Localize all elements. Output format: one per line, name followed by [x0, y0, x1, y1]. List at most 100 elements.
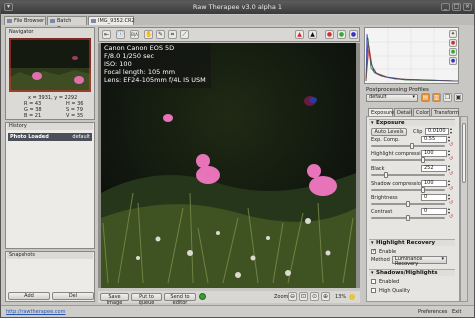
hand-tool-icon[interactable]: ✋ [144, 30, 153, 39]
profile-select[interactable]: default ▾ [366, 94, 418, 102]
save-profile-icon[interactable]: ▥ [432, 93, 441, 102]
add-snapshot-button[interactable]: Add [8, 292, 50, 300]
zoom-in-icon[interactable]: ⊕ [321, 292, 330, 301]
straighten-tool-icon[interactable]: ⟋ [180, 30, 189, 39]
editor-toolbar: ⇤ ⓘ B|A ✋ ✎ ⌗ ⟋ ▲ ▲ ● ● ● [98, 27, 360, 42]
reset-icon[interactable]: ↺ [449, 156, 453, 162]
zoom-out-icon[interactable]: ⊖ [288, 292, 297, 301]
tab-image-editor[interactable]: IMG_9352.CR2 [88, 16, 135, 25]
exif-overlay: Canon Canon EOS 5D F/8.0 1/250 sec ISO: … [101, 43, 211, 88]
preferences-button[interactable]: Preferences [418, 309, 447, 315]
load-profile-icon[interactable]: ▤ [421, 93, 430, 102]
auto-levels-button[interactable]: Auto Levels [371, 128, 407, 136]
highlight-recovery-title: Highlight Recovery [376, 240, 436, 246]
tools-scrollbar[interactable] [460, 116, 468, 302]
slider-knob[interactable] [410, 143, 414, 149]
highlight-recovery-section-header[interactable]: ▾ Highlight Recovery [369, 239, 455, 246]
reset-icon[interactable]: ↺ [449, 214, 453, 220]
history-item[interactable]: Photo Loaded default [8, 133, 92, 141]
slider-knob[interactable] [421, 157, 425, 163]
copy-profile-icon[interactable]: ❐ [443, 93, 452, 102]
slider-knob[interactable] [421, 187, 425, 193]
app-window: ▾ Raw Therapee v3.0 alpha 1 _ □ × File B… [0, 0, 475, 318]
clipped-highlights-icon[interactable]: ▲ [295, 30, 304, 39]
hide-left-panel-icon[interactable]: ⇤ [102, 30, 111, 39]
histogram-red-toggle-icon[interactable]: ● [449, 39, 457, 47]
paste-profile-icon[interactable]: ▣ [454, 93, 463, 102]
exposure-row-value[interactable]: 0 [421, 194, 447, 201]
tab-file-browser[interactable]: File Browser [4, 16, 46, 25]
tab-batch-queue[interactable]: Batch Queue [47, 16, 87, 32]
scrollbar-thumb[interactable] [462, 123, 466, 183]
queue-icon [50, 19, 55, 23]
exif-iso: ISO: 100 [104, 60, 132, 68]
exposure-row-slider[interactable] [371, 215, 445, 221]
histogram-blue-toggle-icon[interactable]: ● [449, 57, 457, 65]
enabled-sh-checkbox[interactable] [371, 279, 376, 284]
save-image-button[interactable]: Save Image [100, 293, 129, 306]
title-bar[interactable]: ▾ Raw Therapee v3.0 alpha 1 _ □ × [1, 1, 474, 14]
readout-v: V = 35 [66, 113, 84, 119]
clip-input[interactable]: 0.0100 [425, 128, 449, 135]
snapshots-title: Snapshots [7, 252, 93, 259]
navigator-thumbnail[interactable] [9, 38, 91, 92]
profiles-title: Postprocessing Profiles [366, 87, 429, 93]
method-label: Method [371, 257, 390, 263]
bulb-icon[interactable] [349, 294, 355, 300]
slider-knob[interactable] [406, 201, 410, 207]
image-area[interactable]: Canon Canon EOS 5D F/8.0 1/250 sec ISO: … [98, 43, 360, 288]
history-panel: History Photo Loaded default [5, 122, 95, 249]
exposure-row-slider[interactable] [371, 201, 445, 207]
enabled-sh-label: Enabled [379, 279, 400, 285]
collapse-triangle-icon: ▾ [371, 270, 374, 276]
reset-icon[interactable]: ↺ [449, 171, 453, 177]
exposure-row-value[interactable]: 0 [421, 208, 447, 215]
collapse-triangle-icon: ▾ [371, 240, 374, 246]
slider-knob[interactable] [406, 215, 410, 221]
slider-knob[interactable] [384, 172, 388, 178]
clipped-shadows-icon[interactable]: ▲ [308, 30, 317, 39]
high-quality-checkbox[interactable] [371, 288, 376, 293]
exposure-row-value[interactable]: 100 [421, 180, 447, 187]
exposure-row-slider[interactable] [371, 143, 445, 149]
maximize-icon[interactable]: □ [452, 3, 461, 11]
history-item-label: Photo Loaded [10, 134, 49, 140]
send-to-editor-button[interactable]: Send to editor [164, 293, 196, 306]
method-select[interactable]: Luminance Recovery ▾ [392, 256, 447, 267]
exposure-row-slider[interactable] [371, 172, 445, 178]
website-link[interactable]: http://rawtherapee.com [6, 309, 65, 315]
snapshots-panel: Snapshots Add Del [5, 251, 95, 302]
editor-bottom-bar: Save Image Put to queue Send to editor Z… [98, 291, 360, 306]
delete-snapshot-button[interactable]: Del [52, 292, 94, 300]
exposure-row-value[interactable]: 252 [421, 165, 447, 172]
exposure-row-slider[interactable] [371, 187, 445, 193]
image-icon [91, 19, 96, 23]
zoom-100-icon[interactable]: ⊙ [310, 292, 319, 301]
close-icon[interactable]: × [463, 3, 472, 11]
profile-select-value: default [369, 94, 387, 100]
white-balance-picker-icon[interactable]: ✎ [156, 30, 165, 39]
histogram-raw-toggle-icon[interactable]: ✦ [449, 30, 457, 38]
minimize-icon[interactable]: _ [441, 3, 450, 11]
enable-hr-checkbox[interactable]: ✓ [371, 249, 376, 254]
info-icon[interactable]: ⓘ [116, 30, 125, 39]
exposure-row-slider[interactable] [371, 157, 445, 163]
exposure-row-label: Shadow compression [371, 181, 425, 187]
histogram-green-toggle-icon[interactable]: ● [449, 48, 457, 56]
exposure-section-header[interactable]: ▾ Exposure [369, 119, 455, 126]
exposure-row-label: Exp. Comp. [371, 137, 400, 143]
shadows-highlights-section-header[interactable]: ▾ Shadows/Highlights [369, 269, 455, 276]
before-after-icon[interactable]: B|A [130, 30, 139, 39]
red-channel-icon[interactable]: ● [325, 30, 334, 39]
green-channel-icon[interactable]: ● [337, 30, 346, 39]
put-to-queue-button[interactable]: Put to queue [131, 293, 162, 306]
navigator-title: Navigator [9, 29, 34, 35]
exposure-row-label: Contrast [371, 209, 393, 215]
crop-tool-icon[interactable]: ⌗ [168, 30, 177, 39]
exposure-row-value[interactable]: 0.55 [421, 136, 447, 143]
exit-button[interactable]: Exit [452, 309, 461, 315]
clip-spin-icon[interactable]: ▴ ▾ [450, 127, 452, 135]
blue-channel-icon[interactable]: ● [349, 30, 358, 39]
zoom-fit-icon[interactable]: ⊡ [299, 292, 308, 301]
exposure-row-value[interactable]: 100 [421, 150, 447, 157]
